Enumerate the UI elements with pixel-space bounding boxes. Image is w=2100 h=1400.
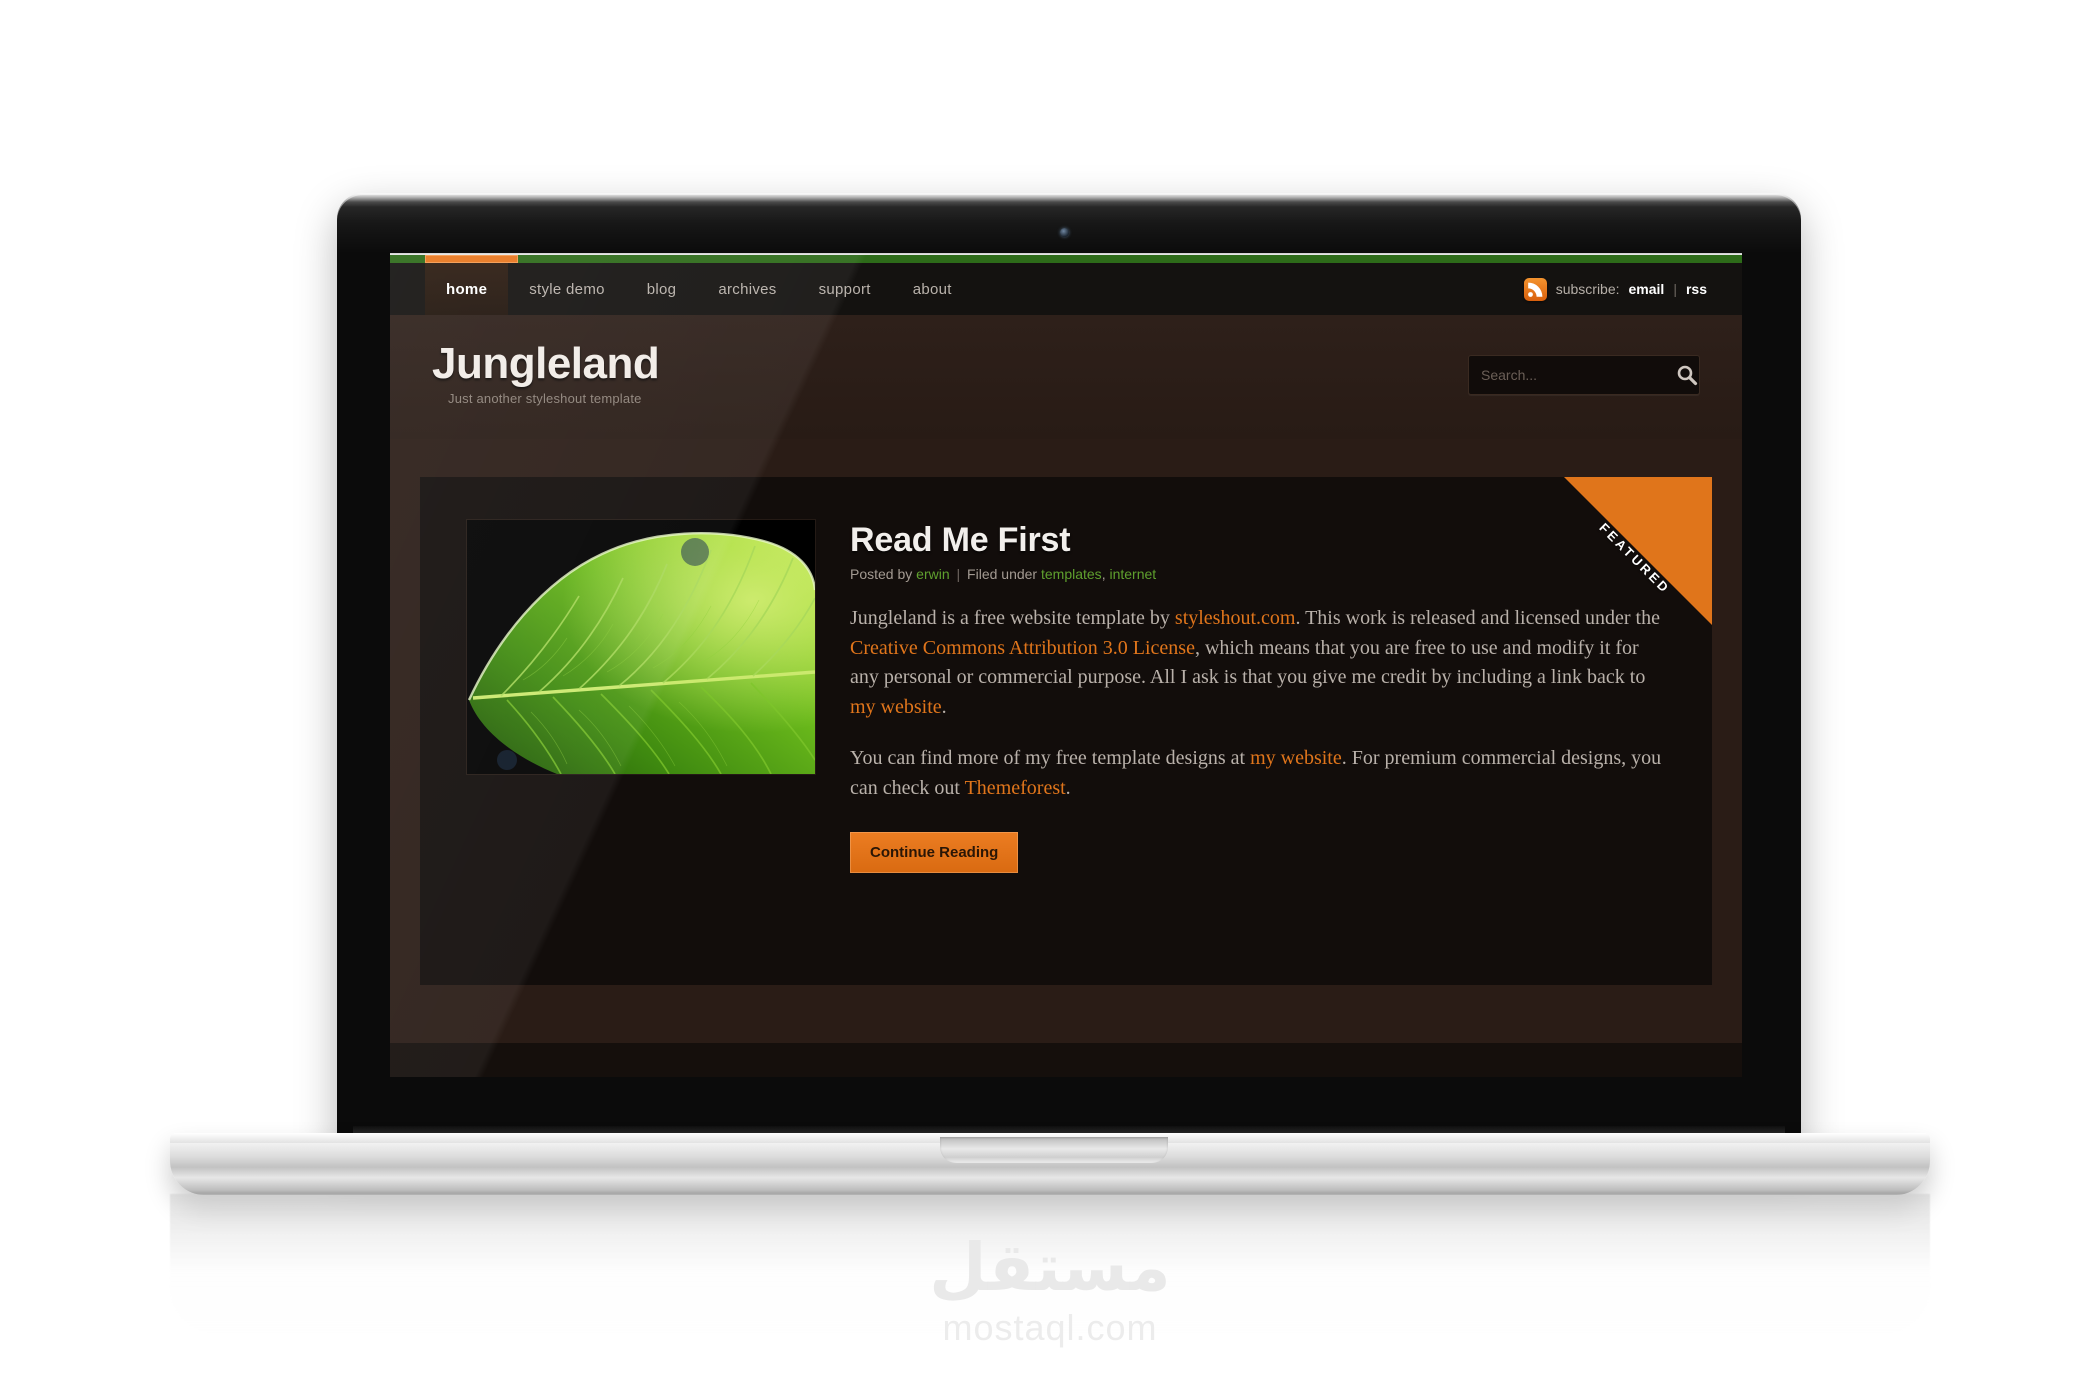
site-tagline: Just another styleshout template bbox=[448, 391, 642, 406]
p1-text-4: . bbox=[941, 695, 947, 718]
main-navigation: home style demo blog archives support ab… bbox=[390, 263, 1742, 315]
top-accent-bar bbox=[390, 255, 1742, 263]
filed-under-label: Filed under bbox=[967, 566, 1038, 582]
p1-text-2: . This work is released and licensed und… bbox=[1295, 607, 1660, 629]
search-input[interactable] bbox=[1469, 367, 1674, 383]
laptop-trackpad-notch bbox=[940, 1137, 1168, 1163]
active-tab-indicator bbox=[425, 255, 518, 263]
tag-link-templates[interactable]: templates bbox=[1041, 566, 1102, 582]
content-wrapper: FEATURED Read Me First Posted by erwin |… bbox=[390, 439, 1742, 1043]
website-viewport: home style demo blog archives support ab… bbox=[390, 253, 1742, 1077]
article-title[interactable]: Read Me First bbox=[850, 521, 1666, 560]
nav-item-style-demo[interactable]: style demo bbox=[508, 263, 626, 315]
subscribe-separator: | bbox=[1673, 281, 1677, 297]
nav-label-archives: archives bbox=[718, 280, 777, 298]
tag-link-internet[interactable]: internet bbox=[1109, 566, 1156, 582]
nav-item-home[interactable]: home bbox=[425, 263, 509, 315]
nav-item-support[interactable]: support bbox=[798, 263, 892, 315]
laptop-mockup: home style demo blog archives support ab… bbox=[0, 0, 2100, 1400]
featured-post-panel: FEATURED Read Me First Posted by erwin |… bbox=[420, 477, 1712, 985]
laptop-reflection bbox=[170, 1194, 1930, 1334]
rss-icon[interactable] bbox=[1523, 277, 1547, 301]
p1-text-1: Jungleland is a free website template by bbox=[850, 607, 1175, 629]
nav-label-support: support bbox=[818, 280, 871, 298]
article: Read Me First Posted by erwin | Filed un… bbox=[466, 519, 1666, 873]
webcam-icon bbox=[1060, 228, 1069, 237]
p2-text-3: . bbox=[1065, 776, 1071, 799]
site-header: Jungleland Just another styleshout templ… bbox=[390, 315, 1742, 439]
subscribe-label: subscribe: bbox=[1555, 281, 1620, 297]
search-icon[interactable] bbox=[1674, 356, 1699, 394]
nav-item-archives[interactable]: archives bbox=[697, 263, 797, 315]
posted-by-label: Posted by bbox=[850, 566, 913, 582]
subscribe-email-link[interactable]: email bbox=[1629, 281, 1665, 297]
article-paragraph-1: Jungleland is a free website template by… bbox=[850, 604, 1666, 722]
subscribe-area: subscribe: email | rss bbox=[1523, 263, 1707, 315]
p2-link-themeforest[interactable]: Themeforest bbox=[965, 777, 1066, 799]
meta-separator: | bbox=[956, 566, 961, 582]
author-link[interactable]: erwin bbox=[916, 566, 949, 582]
p1-link-my-website[interactable]: my website bbox=[850, 696, 942, 718]
nav-item-about[interactable]: about bbox=[892, 263, 973, 315]
tag-comma: , bbox=[1101, 566, 1106, 582]
p1-link-license[interactable]: Creative Commons Attribution 3.0 License bbox=[850, 637, 1195, 659]
article-body: Read Me First Posted by erwin | Filed un… bbox=[850, 519, 1666, 873]
nav-label-about: about bbox=[912, 280, 952, 298]
search-box bbox=[1468, 355, 1700, 395]
nav-list: home style demo blog archives support ab… bbox=[425, 263, 973, 315]
article-paragraph-2: You can find more of my free template de… bbox=[850, 744, 1666, 803]
p2-link-my-website[interactable]: my website bbox=[1250, 747, 1342, 769]
site-logo[interactable]: Jungleland bbox=[432, 339, 660, 389]
p1-link-styleshout[interactable]: styleshout.com bbox=[1175, 607, 1296, 629]
nav-label-home: home bbox=[446, 280, 488, 298]
nav-item-blog[interactable]: blog bbox=[626, 263, 698, 315]
continue-reading-button[interactable]: Continue Reading bbox=[850, 831, 1019, 873]
p2-text-1: You can find more of my free template de… bbox=[850, 747, 1251, 770]
article-meta: Posted by erwin | Filed under templates,… bbox=[850, 566, 1666, 582]
article-thumbnail[interactable] bbox=[466, 519, 816, 775]
nav-label-blog: blog bbox=[646, 280, 677, 298]
laptop-screen: home style demo blog archives support ab… bbox=[390, 253, 1742, 1077]
subscribe-rss-link[interactable]: rss bbox=[1686, 281, 1707, 297]
nav-label-style-demo: style demo bbox=[529, 280, 605, 298]
